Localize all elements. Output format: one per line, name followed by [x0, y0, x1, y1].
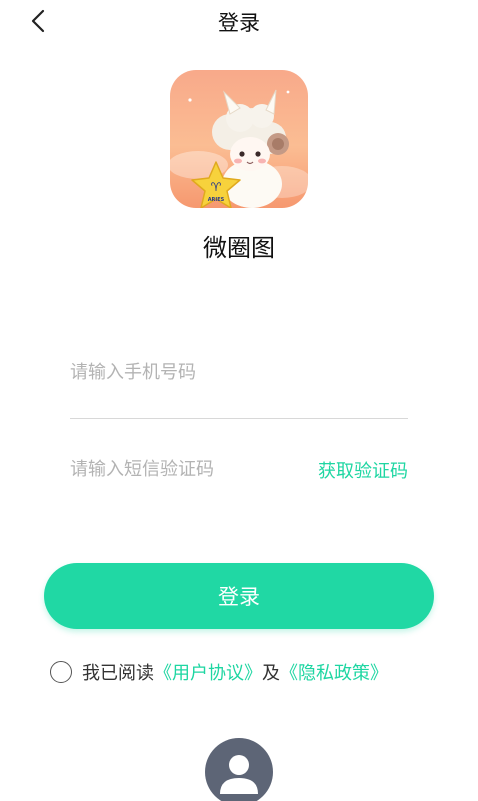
- app-logo: ♈ ARIES: [170, 70, 308, 208]
- agree-radio[interactable]: [50, 661, 72, 683]
- user-avatar-icon: [220, 755, 258, 794]
- privacy-policy-link[interactable]: 《隐私政策》: [280, 659, 388, 685]
- phone-input[interactable]: [70, 355, 408, 389]
- user-agreement-link[interactable]: 《用户协议》: [154, 659, 262, 685]
- page-title: 登录: [218, 11, 260, 35]
- get-code-button[interactable]: 获取验证码: [318, 457, 408, 483]
- svg-text:ARIES: ARIES: [208, 197, 225, 203]
- sms-code-input[interactable]: [70, 452, 290, 486]
- agreement-row: 我已阅读 《用户协议》 及 《隐私政策》: [50, 659, 388, 685]
- aries-sheep-app-icon: ♈ ARIES: [170, 70, 308, 208]
- sms-code-field: 获取验证码: [70, 452, 408, 486]
- account-login-button[interactable]: [205, 738, 273, 801]
- phone-field: [70, 355, 408, 419]
- app-name: 微圈图: [203, 234, 275, 262]
- top-bar: 登录: [0, 0, 478, 44]
- svg-text:♈: ♈: [211, 180, 222, 194]
- agreement-connector: 及: [262, 663, 280, 684]
- agreement-prefix: 我已阅读: [82, 663, 154, 684]
- login-button[interactable]: 登录: [44, 563, 434, 629]
